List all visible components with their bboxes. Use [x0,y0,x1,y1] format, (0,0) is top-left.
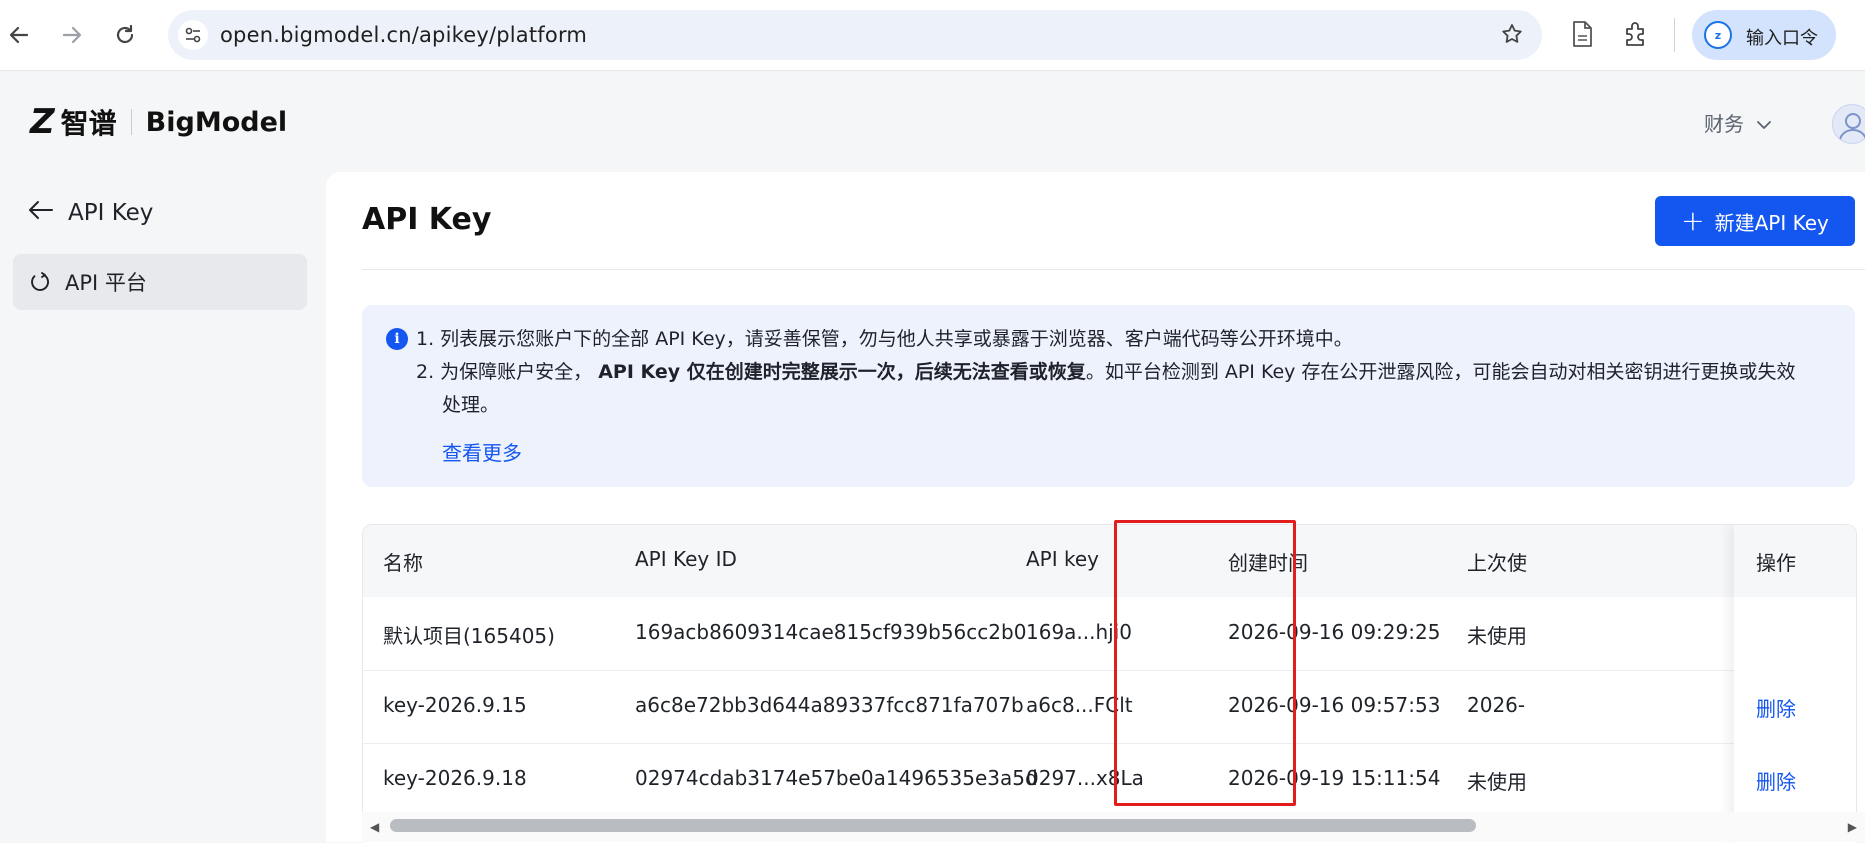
actions-header: 操作 [1734,525,1856,597]
cell-key-id: 169acb8609314cae815cf939b56cc2b0 [635,620,1027,644]
url-text: open.bigmodel.cn/apikey/platform [220,23,588,47]
scroll-left-icon[interactable]: ◀ [370,820,379,834]
cell-name: key-2026.9.15 [383,693,527,717]
brand-name-zh: 智谱 [60,107,117,140]
sidebar-item-api-platform[interactable]: API 平台 [13,254,307,310]
delete-button[interactable]: 删除 [1756,766,1796,795]
toolbar-divider [1674,18,1675,52]
notice-line-2-bold: API Key 仅在创建时完整展示一次，后续无法查看或恢复 [598,361,1086,383]
api-key-table: 名称 API Key ID API key 创建时间 上次使 默认项目(1654… [362,524,1857,843]
notice-line-2-prefix: 2. 为保障账户安全， [416,361,593,383]
table-horizontal-scrollbar[interactable]: ◀ ▶ [362,812,1865,842]
finance-menu[interactable]: 财务 [1704,108,1772,137]
reload-icon[interactable] [110,20,140,50]
info-icon: i [386,328,408,350]
column-header-api-key: API key [1026,547,1100,571]
plus-icon: + [1681,204,1705,237]
page-title: API Key [362,202,492,237]
forward-arrow-icon[interactable] [57,20,87,50]
notice-line-1: 1. 列表展示您账户下的全部 API Key，请妥善保管，勿与他人共享或暴露于浏… [416,328,1353,350]
browser-toolbar: open.bigmodel.cn/apikey/platform z 输入口令 [0,0,1865,71]
table-row: key-2026.9.15 a6c8e72bb3d644a89337fcc871… [363,670,1856,744]
title-divider [362,269,1865,270]
scroll-right-icon[interactable]: ▶ [1848,820,1857,834]
cell-name: key-2026.9.18 [383,766,527,790]
back-link-label: API Key [68,200,154,226]
column-header-actions: 操作 [1756,551,1796,575]
brand-name-en: BigModel [145,106,288,138]
api-key-column-highlight [1114,520,1296,806]
back-arrow-icon[interactable] [4,20,34,50]
cell-last-used: 2026- [1467,693,1526,717]
arrow-left-icon [28,200,54,226]
back-to-api-key[interactable]: API Key [28,200,153,226]
brand-logo[interactable]: Z 智谱 BigModel [30,104,287,140]
user-avatar[interactable] [1832,104,1865,144]
chevron-down-icon [1756,111,1772,135]
document-icon[interactable] [1570,20,1594,52]
cell-key-id: 02974cdab3174e57be0a1496535e3a5d [635,766,1038,790]
actions-column: 操作 删除 删除 [1734,525,1856,843]
column-header-name: 名称 [383,551,423,575]
cell-last-used: 未使用 [1467,770,1527,794]
extensions-puzzle-icon[interactable] [1622,20,1650,52]
cell-last-used: 未使用 [1467,624,1527,648]
zhipu-logo-icon: Z [30,102,55,142]
cell-key-id: a6c8e72bb3d644a89337fcc871fa707b [635,693,1024,717]
main-panel: API Key + 新建API Key i 1. 列表展示您账户下的全部 API… [326,172,1865,843]
table-row: key-2026.9.18 02974cdab3174e57be0a149653… [363,743,1856,817]
profile-label: 输入口令 [1746,28,1818,49]
finance-menu-label: 财务 [1704,112,1744,136]
plug-icon [29,271,51,293]
notice-line-2: 2. 为保障账户安全， API Key 仅在创建时完整展示一次，后续无法查看或恢… [416,357,1795,387]
column-header-key-id: API Key ID [635,547,737,571]
delete-button[interactable]: 删除 [1756,693,1796,722]
table-header: 名称 API Key ID API key 创建时间 上次使 [363,525,1856,597]
profile-button[interactable]: z 输入口令 [1692,10,1836,60]
new-api-key-button[interactable]: + 新建API Key [1655,196,1855,246]
new-api-key-label: 新建API Key [1714,210,1829,235]
view-more-link[interactable]: 查看更多 [442,437,522,466]
notice-box: i 1. 列表展示您账户下的全部 API Key，请妥善保管，勿与他人共享或暴露… [362,305,1855,487]
notice-line-3: 处理。 [442,394,500,416]
profile-avatar: z [1704,21,1732,49]
column-header-last-used: 上次使 [1467,551,1527,575]
brand-divider [130,109,132,135]
cell-name: 默认项目(165405) [383,624,555,648]
sidebar-item-label: API 平台 [65,271,147,295]
address-bar[interactable]: open.bigmodel.cn/apikey/platform [168,10,1542,60]
notice-line-2-suffix: 。如平台检测到 API Key 存在公开泄露风险，可能会自动对相关密钥进行更换或… [1085,361,1796,383]
site-settings-icon[interactable] [178,20,208,50]
scrollbar-thumb[interactable] [390,819,1476,832]
table-row: 默认项目(165405) 169acb8609314cae815cf939b56… [363,597,1856,671]
bookmark-star-icon[interactable] [1500,22,1524,50]
